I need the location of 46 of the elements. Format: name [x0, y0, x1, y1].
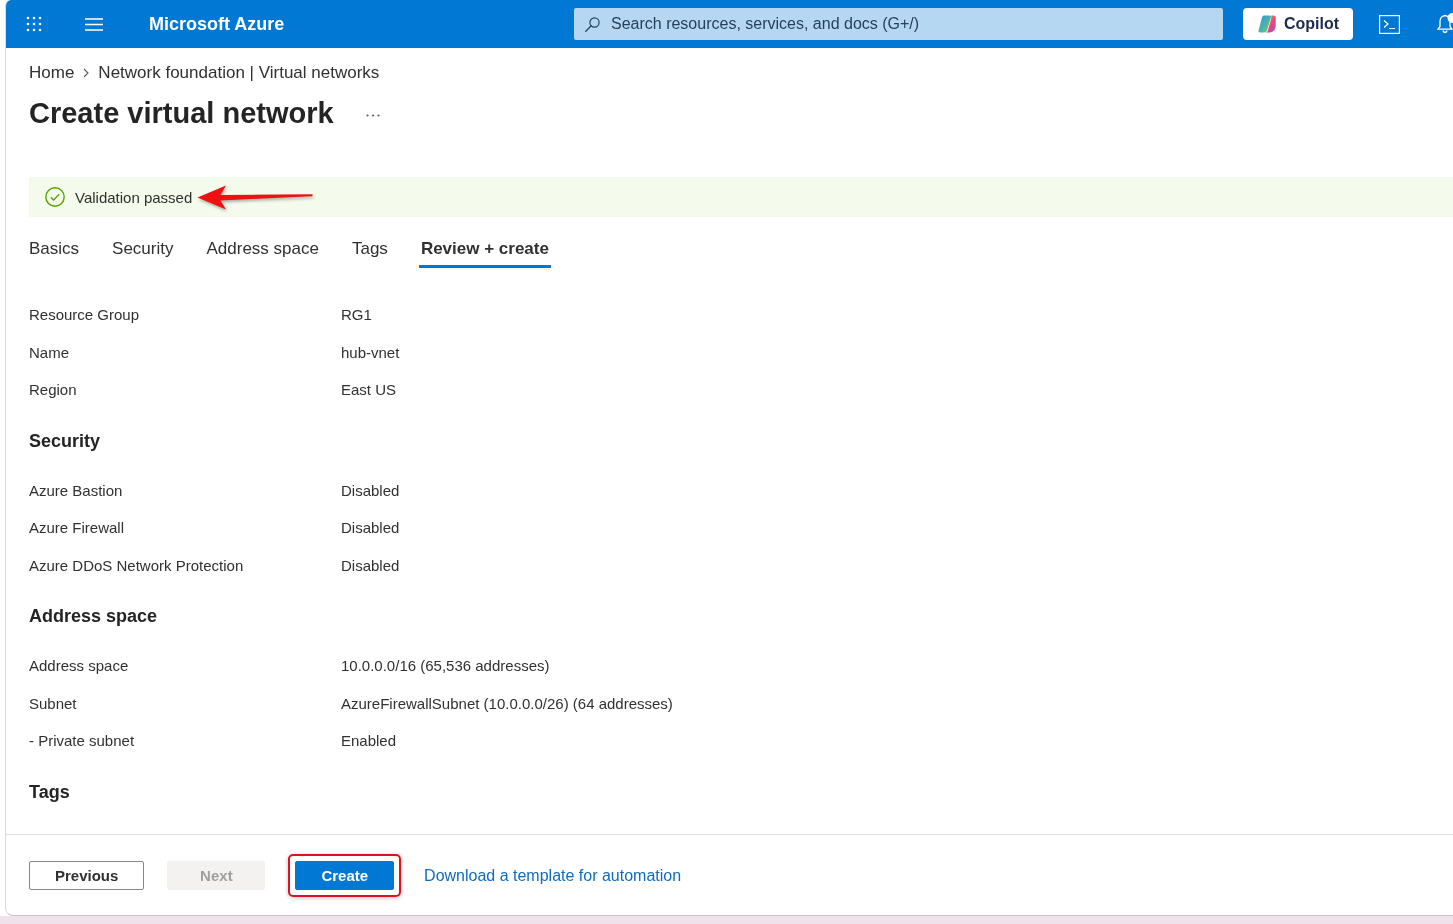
summary-value: Disabled — [341, 481, 400, 499]
summary-label: Name — [29, 343, 70, 361]
section-heading: Tags — [29, 780, 70, 804]
summary-value: RG1 — [341, 306, 372, 324]
search-field[interactable]: Search resources, services, and docs (G+/) — [574, 8, 1223, 40]
search-icon — [585, 17, 600, 32]
chevron-right-icon — [83, 68, 90, 78]
copilot-button[interactable]: Copilot — [1243, 8, 1353, 40]
tab[interactable]: Address space — [204, 229, 321, 268]
tab[interactable]: Basics — [27, 229, 82, 268]
section-heading: Security — [29, 429, 101, 453]
summary-label: Azure Bastion — [29, 481, 124, 499]
app-launcher-icon[interactable] — [26, 16, 42, 32]
summary-value: East US — [341, 381, 397, 399]
summary-value: 10.0.0.0/16 (65,536 addresses) — [341, 657, 550, 675]
breadcrumb-link[interactable]: Home — [29, 63, 75, 83]
summary-label: Resource Group — [29, 306, 141, 324]
page-title: Create virtual network — [29, 96, 334, 130]
summary-value: hub-vnet — [341, 343, 400, 361]
summary-value: Disabled — [341, 556, 400, 574]
terminal-icon[interactable] — [1379, 14, 1400, 34]
summary-value: Disabled — [341, 519, 400, 537]
brand-name[interactable]: Microsoft Azure — [149, 13, 285, 35]
summary-label: Address space — [29, 657, 130, 675]
download-template-link[interactable]: Download a template for automation — [424, 866, 682, 885]
tab[interactable]: Tags — [349, 229, 390, 268]
primary-button[interactable]: Create — [295, 861, 395, 890]
validation-message: Validation passed — [75, 188, 193, 206]
section-heading: Address space — [29, 605, 158, 628]
tab[interactable]: Review + create — [418, 229, 551, 268]
annotation-arrow-icon — [197, 184, 314, 210]
summary-label: Azure Firewall — [29, 519, 126, 537]
summary-label: Subnet — [29, 694, 78, 712]
summary-label: Azure DDoS Network Protection — [29, 556, 245, 574]
tab[interactable]: Security — [110, 229, 176, 268]
notification-bell-icon[interactable] — [1436, 13, 1453, 35]
success-check-icon — [45, 187, 65, 207]
secondary-button[interactable]: Previous — [29, 861, 145, 890]
more-options-icon[interactable] — [365, 113, 380, 117]
summary-value: AzureFirewallSubnet (10.0.0.0/26) (64 addresses) — [341, 694, 673, 712]
summary-label: - Private subnet — [29, 732, 136, 750]
menu-icon[interactable] — [85, 17, 103, 31]
summary-label: Region — [29, 381, 78, 399]
copilot-logo-icon — [1258, 15, 1277, 33]
breadcrumb-link[interactable]: Network foundation | Virtual networks — [98, 63, 380, 83]
summary-value: Enabled — [341, 732, 397, 750]
